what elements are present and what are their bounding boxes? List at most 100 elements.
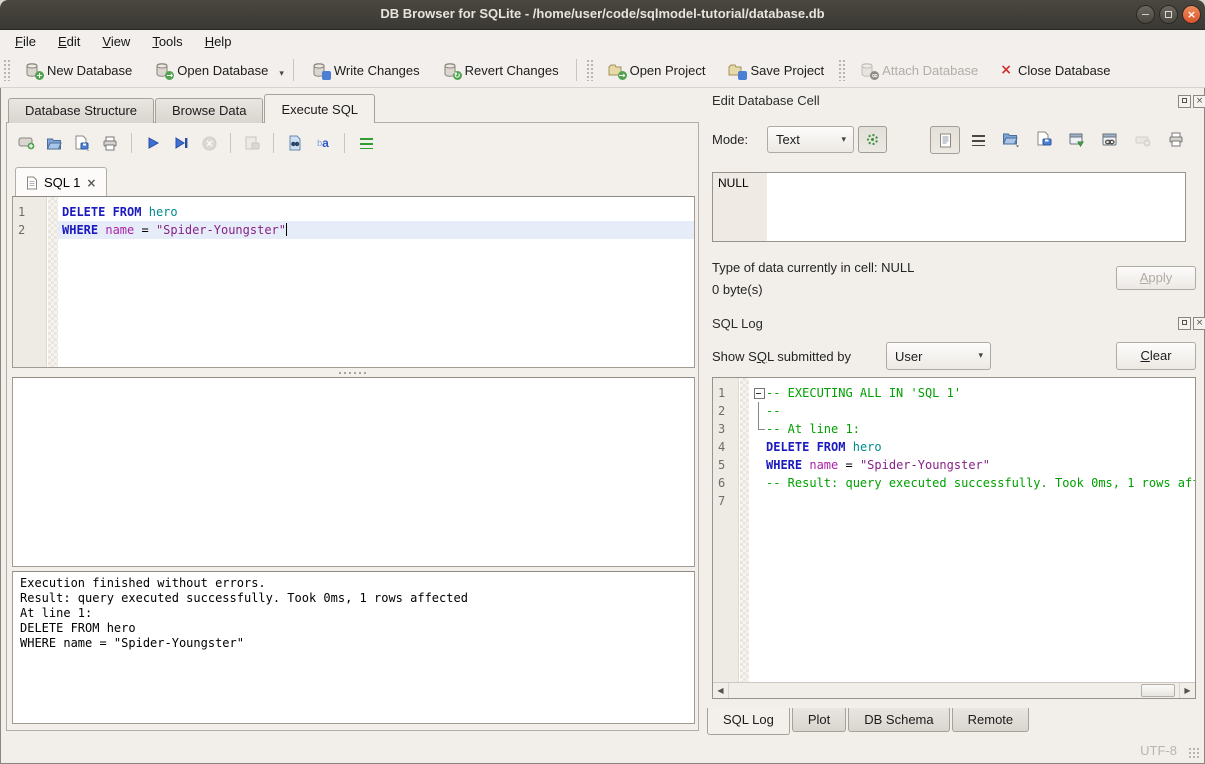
dock-tabbar: SQL Log Plot DB Schema Remote (707, 708, 1029, 735)
stop-execution-icon (200, 134, 218, 152)
message-line: DELETE FROM hero (20, 621, 687, 636)
apply-button: Apply (1116, 266, 1196, 290)
maximize-button[interactable] (1159, 5, 1178, 24)
cell-value: NULL (718, 176, 749, 190)
editor-splitter-handle[interactable] (7, 369, 698, 376)
code-line: 5WHERE name = "Spider-Youngster" (713, 456, 1195, 474)
tab-sql-log[interactable]: SQL Log (707, 708, 790, 735)
menubar: File Edit View Tools Help (0, 30, 1205, 53)
toolbar-grip[interactable] (586, 59, 593, 81)
sql-log-filter-combobox[interactable]: User ▾ (886, 342, 991, 370)
toolbar-grip[interactable] (3, 59, 10, 81)
menu-help[interactable]: Help (194, 32, 243, 51)
minimize-button[interactable]: − (1136, 5, 1155, 24)
export-cell-data-icon[interactable] (1034, 129, 1054, 149)
statusbar: UTF-8 (0, 734, 1205, 764)
fold-marker-icon[interactable] (753, 384, 766, 402)
copy-url-icon[interactable] (1100, 130, 1120, 150)
resize-grip[interactable] (1188, 747, 1200, 759)
save-sql-file-icon[interactable] (73, 134, 91, 152)
execute-all-icon[interactable] (144, 134, 162, 152)
fold-spacer (753, 456, 766, 474)
log-lines: 1-- EXECUTING ALL IN 'SQL 1'2--3-- At li… (713, 378, 1195, 510)
open-in-external-app-icon[interactable] (1067, 130, 1087, 150)
tab-execute-sql[interactable]: Execute SQL (264, 94, 375, 123)
float-icon (1182, 320, 1187, 325)
save-project-button[interactable]: Save Project (716, 58, 835, 82)
cell-value-editor[interactable]: NULL (712, 172, 1186, 242)
save-results-icon (243, 134, 261, 152)
mode-label: Mode: (712, 132, 748, 147)
tab-plot[interactable]: Plot (792, 708, 846, 732)
encoding-indicator: UTF-8 (1140, 743, 1177, 758)
open-project-button[interactable]: → Open Project (596, 58, 717, 82)
db-browser-window: DB Browser for SQLite - /home/user/code/… (0, 0, 1205, 764)
open-database-dropdown[interactable]: ▾ (279, 61, 287, 79)
mode-combobox[interactable]: Text ▾ (767, 126, 854, 153)
scroll-left-icon[interactable]: ◀ (713, 683, 729, 698)
text-document-icon (939, 133, 952, 148)
tab-db-schema[interactable]: DB Schema (848, 708, 949, 732)
menu-view[interactable]: View (91, 32, 141, 51)
code-line: 1DELETE FROM hero (13, 203, 694, 221)
window-title: DB Browser for SQLite - /home/user/code/… (0, 6, 1205, 21)
sql-toolbar-separator (131, 133, 132, 153)
message-line: WHERE name = "Spider-Youngster" (20, 636, 687, 651)
attach-database-icon: ∞ (859, 62, 876, 78)
edit-cell-title: Edit Database Cell (712, 93, 820, 108)
execute-line-icon[interactable] (172, 134, 190, 152)
scroll-right-icon[interactable]: ▶ (1179, 683, 1195, 698)
message-line: At line 1: (20, 606, 687, 621)
close-database-button[interactable]: × Close Database (989, 58, 1121, 82)
write-changes-icon (311, 62, 328, 78)
sql1-tab[interactable]: SQL 1 × (15, 167, 107, 197)
toolbar-separator (293, 59, 294, 81)
sql-log-view[interactable]: 1-- EXECUTING ALL IN 'SQL 1'2--3-- At li… (712, 377, 1196, 699)
code-line: 1-- EXECUTING ALL IN 'SQL 1' (713, 384, 1195, 402)
execution-message-pane[interactable]: Execution finished without errors.Result… (12, 571, 695, 724)
sql-log-close-button[interactable]: × (1193, 317, 1205, 330)
open-sql-file-icon[interactable] (45, 134, 63, 152)
open-database-icon: → (154, 62, 171, 78)
close-sql1-tab-icon[interactable]: × (86, 176, 96, 190)
import-cell-data-icon[interactable] (1001, 129, 1021, 149)
sql-editor[interactable]: 1DELETE FROM hero2WHERE name = "Spider-Y… (12, 196, 695, 368)
chevron-down-icon: ▾ (841, 135, 846, 145)
write-changes-button[interactable]: Write Changes (300, 58, 431, 82)
text-mode-button[interactable] (930, 126, 960, 154)
find-icon[interactable] (286, 134, 304, 152)
menu-file[interactable]: File (4, 32, 47, 51)
main-toolbar: + New Database → Open Database ▾ Write C… (0, 53, 1205, 88)
tab-browse-data[interactable]: Browse Data (155, 98, 263, 123)
edit-cell-close-button[interactable]: × (1193, 95, 1205, 108)
tab-database-structure[interactable]: Database Structure (8, 98, 154, 123)
code-line: 3-- At line 1: (713, 420, 1195, 438)
sql-log-filter-label: Show SQL submitted by (712, 349, 851, 364)
chevron-down-icon: ▾ (978, 351, 983, 361)
close-button[interactable]: × (1182, 5, 1201, 24)
word-wrap-icon[interactable] (968, 130, 988, 150)
revert-changes-button[interactable]: ↻ Revert Changes (431, 58, 570, 82)
clear-log-button[interactable]: Clear (1116, 342, 1196, 370)
toolbar-grip[interactable] (838, 59, 845, 81)
open-database-button[interactable]: → Open Database (143, 58, 279, 82)
results-grid[interactable] (12, 377, 695, 567)
menu-edit[interactable]: Edit (47, 32, 91, 51)
new-sql-tab-icon[interactable] (17, 134, 35, 152)
auto-apply-gear-icon (867, 134, 878, 145)
print-sql-icon[interactable] (101, 134, 119, 152)
new-database-button[interactable]: + New Database (13, 58, 143, 82)
tab-remote[interactable]: Remote (952, 708, 1030, 732)
format-sql-icon[interactable] (357, 134, 375, 152)
fold-marker-icon (753, 402, 766, 420)
edit-cell-float-button[interactable] (1178, 95, 1191, 108)
auto-apply-button[interactable] (858, 126, 887, 153)
attach-database-button: ∞ Attach Database (848, 58, 989, 82)
print-cell-icon[interactable] (1166, 129, 1186, 149)
code-line: 4DELETE FROM hero (713, 438, 1195, 456)
replace-icon[interactable]: ba (314, 134, 332, 152)
sql-log-float-button[interactable] (1178, 317, 1191, 330)
menu-tools[interactable]: Tools (141, 32, 193, 51)
scrollbar-thumb[interactable] (1141, 684, 1175, 697)
log-horizontal-scrollbar[interactable]: ◀ ▶ (713, 682, 1195, 698)
